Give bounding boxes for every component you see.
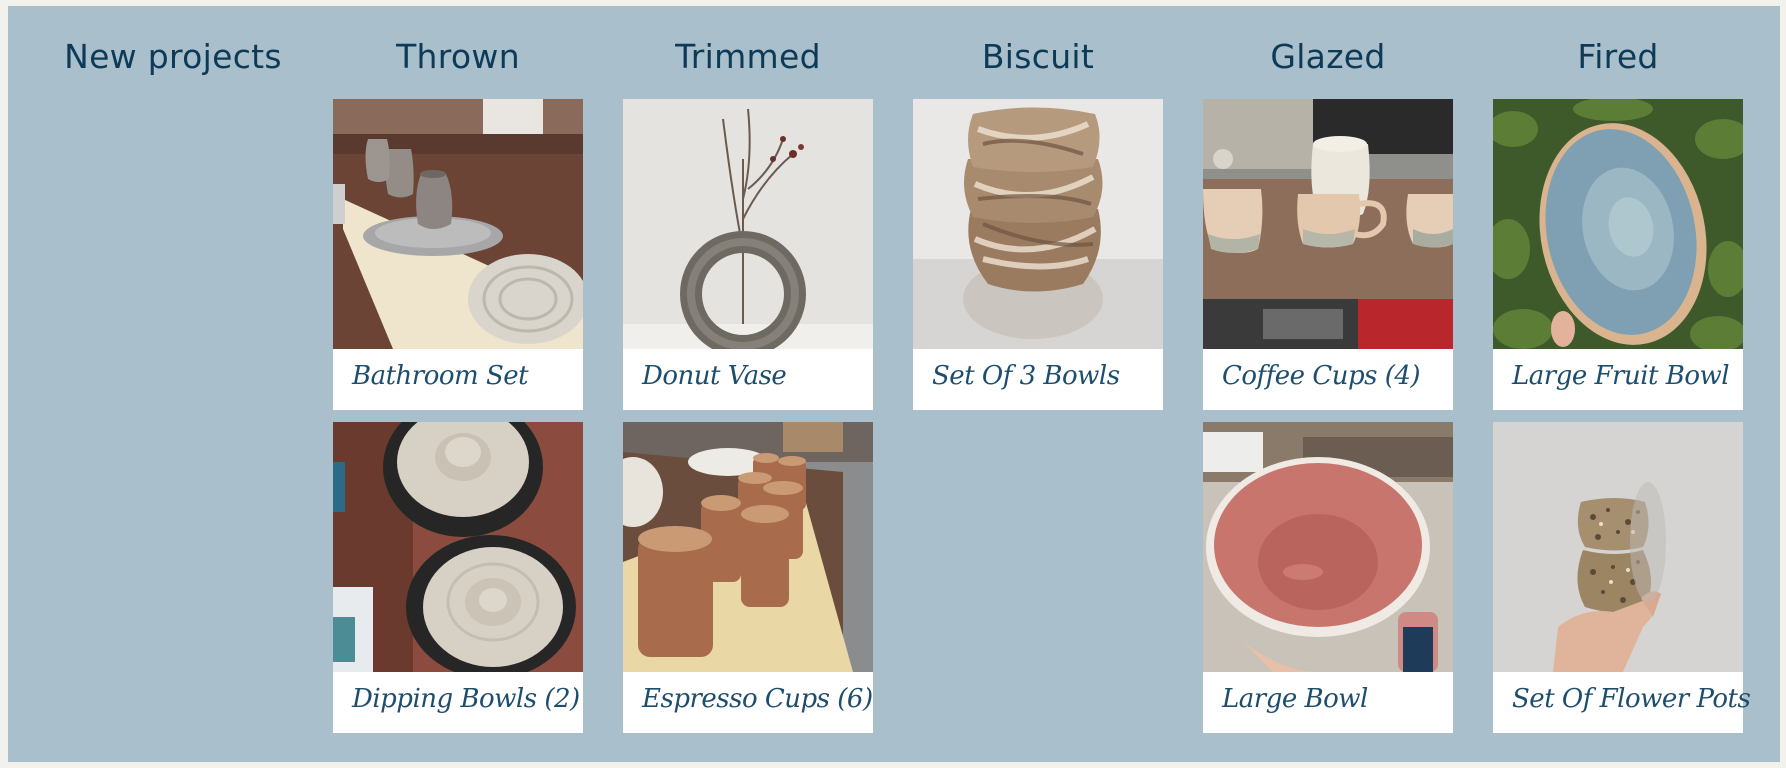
card-label: Donut Vase	[642, 361, 787, 391]
column-trimmed: Trimmed Donut Vase Espresso Cups (6)	[623, 6, 873, 745]
project-card-set-of-flower-pots[interactable]: Set Of Flower Pots	[1493, 422, 1751, 733]
card-label: Dipping Bowls (2)	[352, 684, 580, 714]
espresso-cups-photo	[623, 422, 873, 672]
column-title: New projects	[64, 37, 282, 76]
project-card-donut-vase[interactable]: Donut Vase	[623, 99, 873, 410]
card-label: Set Of Flower Pots	[1512, 684, 1751, 714]
column-new-projects: New projects	[48, 6, 298, 99]
card-label: Large Fruit Bowl	[1512, 361, 1730, 391]
project-card-set-of-3-bowls[interactable]: Set Of 3 Bowls	[913, 99, 1163, 410]
column-title: Biscuit	[981, 37, 1095, 76]
column-title: Fired	[1577, 37, 1659, 76]
card-label: Espresso Cups (6)	[642, 684, 873, 714]
project-card-coffee-cups[interactable]: Coffee Cups (4)	[1203, 99, 1453, 410]
card-label: Coffee Cups (4)	[1222, 361, 1421, 391]
kanban-board: New projects Thrown Bathroom Set Dipping…	[8, 6, 1780, 762]
project-card-bathroom-set[interactable]: Bathroom Set	[333, 99, 583, 410]
pink-bowl-photo	[1203, 422, 1453, 672]
project-card-espresso-cups[interactable]: Espresso Cups (6)	[623, 422, 873, 733]
column-title: Thrown	[396, 37, 520, 76]
column-glazed: Glazed Coffee Cups (4) Large Bowl	[1203, 6, 1453, 745]
blue-fruit-bowl-photo	[1493, 99, 1743, 349]
card-label: Set Of 3 Bowls	[932, 361, 1120, 391]
donut-vase-photo	[623, 99, 873, 349]
thrown-tumblers-photo	[333, 99, 583, 349]
card-label: Bathroom Set	[352, 361, 529, 391]
column-biscuit: Biscuit Set Of 3 Bowls	[913, 6, 1163, 422]
column-fired: Fired Large Fruit Bowl Set Of Flower Pot…	[1493, 6, 1751, 745]
speckled-pots-photo	[1493, 422, 1743, 672]
stacked-bowls-photo	[913, 99, 1163, 349]
column-title: Glazed	[1270, 37, 1386, 76]
card-label: Large Bowl	[1222, 684, 1368, 714]
column-thrown: Thrown Bathroom Set Dipping Bowls (2)	[333, 6, 583, 745]
dipping-bowls-photo	[333, 422, 583, 672]
coffee-cups-photo	[1203, 99, 1453, 349]
column-title: Trimmed	[675, 37, 821, 76]
project-card-dipping-bowls[interactable]: Dipping Bowls (2)	[333, 422, 583, 733]
project-card-large-bowl[interactable]: Large Bowl	[1203, 422, 1453, 733]
project-card-large-fruit-bowl[interactable]: Large Fruit Bowl	[1493, 99, 1743, 410]
